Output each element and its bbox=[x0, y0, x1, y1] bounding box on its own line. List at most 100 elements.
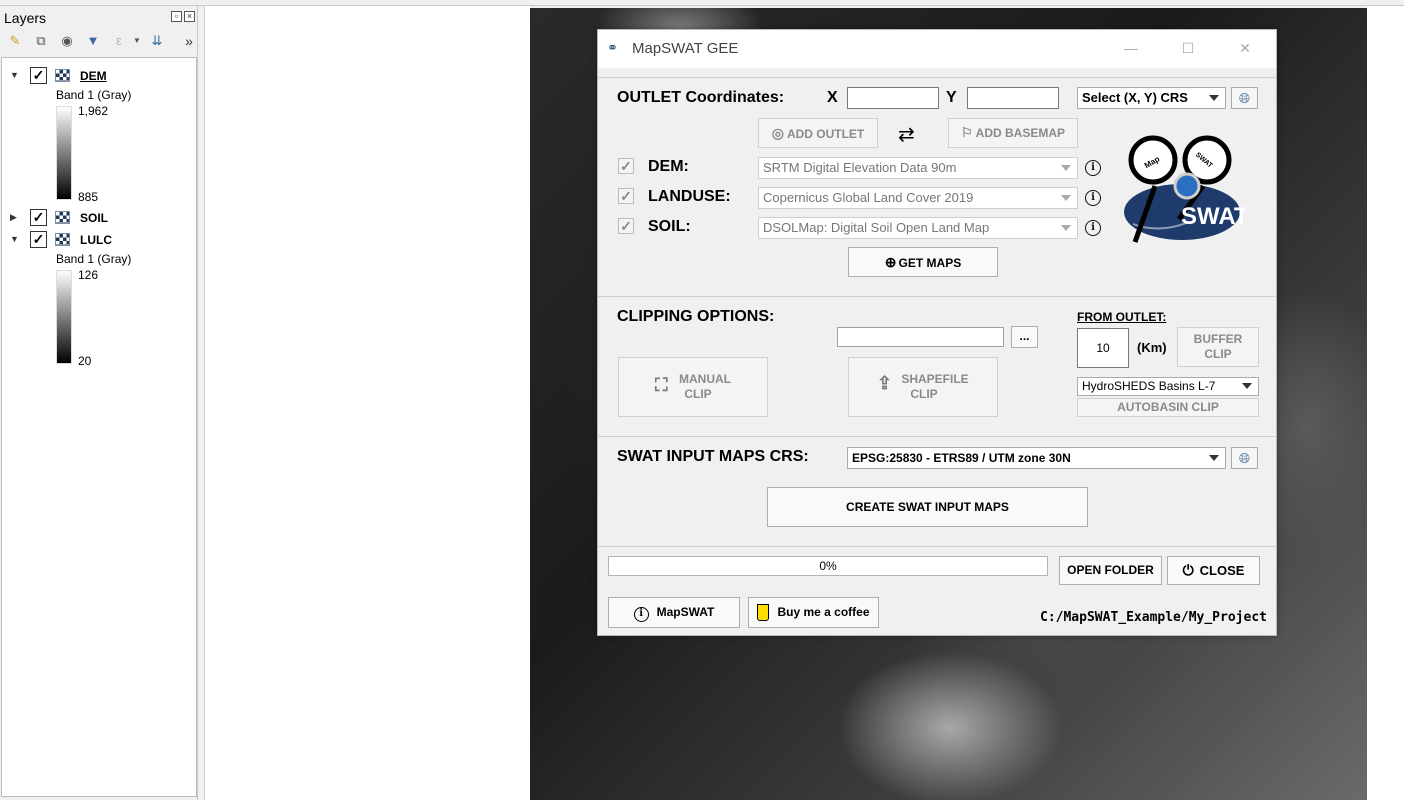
divider bbox=[598, 546, 1276, 547]
swap-arrows-icon: ⇄ bbox=[898, 124, 915, 146]
x-label: X bbox=[827, 89, 838, 106]
layer-visibility-checkbox[interactable]: ✓ bbox=[30, 231, 47, 248]
basin-level-select[interactable]: HydroSHEDS Basins L-7 bbox=[1077, 377, 1259, 396]
create-swat-input-maps-button[interactable]: CREATE SWAT INPUT MAPS bbox=[767, 487, 1088, 527]
layers-toolbar: ✎ ⧉ ◉ ▼ ε ▼ ⇊ » bbox=[6, 32, 196, 52]
close-panel-icon[interactable]: × bbox=[184, 11, 195, 22]
raster-layer-icon bbox=[55, 233, 70, 246]
close-window-icon[interactable]: ✕ bbox=[1235, 38, 1255, 58]
xy-crs-select-value: Select (X, Y) CRS bbox=[1082, 90, 1188, 105]
landuse-label: LANDUSE: bbox=[648, 188, 731, 205]
collapse-icon[interactable]: ⇊ bbox=[148, 32, 166, 50]
crs-selector-globe-icon[interactable]: 🌐︎ bbox=[1231, 87, 1258, 109]
divider bbox=[598, 296, 1276, 297]
info-circle-icon: i bbox=[633, 607, 649, 622]
style-icon[interactable]: ✎ bbox=[6, 32, 24, 50]
from-outlet-label: FROM OUTLET: bbox=[1077, 310, 1167, 324]
layer-name: SOIL bbox=[80, 211, 109, 225]
more-icon[interactable]: » bbox=[180, 32, 198, 50]
layer-row-dem[interactable]: ▼ ✓ DEM bbox=[2, 66, 196, 86]
landuse-info-icon[interactable]: i bbox=[1085, 190, 1101, 206]
eye-icon[interactable]: ◉ bbox=[58, 32, 76, 50]
ramp-min-label: 20 bbox=[78, 354, 92, 368]
add-group-icon[interactable]: ⧉ bbox=[32, 32, 50, 50]
square-select-icon: ⛶ bbox=[655, 375, 668, 395]
soil-info-icon[interactable]: i bbox=[1085, 220, 1101, 236]
progress-bar: 0% bbox=[608, 556, 1048, 576]
expand-arrow-icon[interactable]: ▼ bbox=[10, 233, 20, 245]
ramp-max-label: 1,962 bbox=[78, 104, 109, 118]
layer-visibility-checkbox[interactable]: ✓ bbox=[30, 209, 47, 226]
coffee-cup-icon bbox=[757, 604, 770, 622]
buy-me-a-coffee-button[interactable]: Buy me a coffee bbox=[748, 597, 879, 628]
expand-arrow-icon[interactable]: ▼ bbox=[10, 69, 20, 81]
autobasin-clip-button[interactable]: AUTOBASIN CLIP bbox=[1077, 398, 1259, 417]
power-icon: ⏻ bbox=[1182, 562, 1194, 578]
xy-crs-select[interactable]: Select (X, Y) CRS bbox=[1077, 87, 1226, 109]
about-mapswat-button[interactable]: i MapSWAT bbox=[608, 597, 740, 628]
mapswat-logo: Map SWAT SWAT bbox=[1124, 135, 1245, 243]
divider bbox=[598, 436, 1276, 437]
signpost-icon: ⚐ bbox=[961, 125, 973, 140]
raster-layer-icon bbox=[55, 69, 70, 82]
dem-info-icon[interactable]: i bbox=[1085, 160, 1101, 176]
ramp-max-label: 126 bbox=[78, 268, 99, 282]
chevron-down-icon bbox=[1061, 165, 1071, 171]
color-ramp bbox=[56, 106, 72, 200]
close-button[interactable]: ⏻ CLOSE bbox=[1167, 556, 1260, 585]
add-outlet-button[interactable]: ◎ ADD OUTLET bbox=[758, 118, 878, 148]
buffer-distance-input[interactable] bbox=[1077, 328, 1129, 368]
soil-checkbox[interactable]: ✓ bbox=[618, 218, 634, 234]
band-label: Band 1 (Gray) bbox=[56, 252, 132, 266]
dem-checkbox[interactable]: ✓ bbox=[618, 158, 634, 174]
expression-filter-icon[interactable]: ε bbox=[110, 32, 128, 50]
filter-icon[interactable]: ▼ bbox=[84, 32, 102, 50]
swat-crs-label: SWAT INPUT MAPS CRS: bbox=[617, 448, 809, 465]
map-canvas-blank[interactable] bbox=[204, 6, 530, 800]
dropdown-arrow-icon[interactable]: ▼ bbox=[128, 32, 146, 50]
divider bbox=[598, 77, 1276, 78]
soil-dataset-select[interactable]: DSOLMap: Digital Soil Open Land Map bbox=[758, 217, 1078, 239]
target-icon: ◎ bbox=[771, 125, 784, 141]
layer-name: LULC bbox=[80, 233, 112, 247]
mapswat-app-icon: ⚭ bbox=[607, 40, 618, 55]
swat-crs-select[interactable]: EPSG:25830 - ETRS89 / UTM zone 30N bbox=[847, 447, 1226, 469]
y-label: Y bbox=[946, 89, 957, 106]
map-canvas-blank-right[interactable] bbox=[1367, 6, 1404, 800]
buffer-clip-button[interactable]: BUFFER CLIP bbox=[1177, 327, 1259, 367]
shapefile-path-input[interactable] bbox=[837, 327, 1004, 347]
maximize-icon[interactable]: ☐ bbox=[1178, 38, 1198, 58]
color-ramp bbox=[56, 270, 72, 364]
progress-text: 0% bbox=[819, 559, 837, 573]
dialog-titlebar[interactable]: ⚭ MapSWAT GEE — ☐ ✕ bbox=[598, 30, 1276, 68]
shapefile-clip-button[interactable]: ⇪ SHAPEFILE CLIP bbox=[848, 357, 998, 417]
layer-row-lulc[interactable]: ▼ ✓ LULC bbox=[2, 230, 196, 250]
manual-clip-button[interactable]: ⛶ MANUAL CLIP bbox=[618, 357, 768, 417]
buffer-unit-label: (Km) bbox=[1137, 340, 1167, 355]
clipping-options-label: CLIPPING OPTIONS: bbox=[617, 308, 775, 325]
dialog-title: MapSWAT GEE bbox=[632, 40, 739, 57]
dem-dataset-select[interactable]: SRTM Digital Elevation Data 90m bbox=[758, 157, 1078, 179]
add-basemap-button[interactable]: ⚐ ADD BASEMAP bbox=[948, 118, 1078, 148]
layers-tree: ▼ ✓ DEM Band 1 (Gray) 1,962 885 ▶ ✓ SOIL… bbox=[1, 57, 197, 797]
browse-button[interactable]: ... bbox=[1011, 326, 1038, 348]
collapse-arrow-icon[interactable]: ▶ bbox=[10, 211, 20, 223]
band-label: Band 1 (Gray) bbox=[56, 88, 132, 102]
outlet-x-input[interactable] bbox=[847, 87, 939, 109]
layer-row-soil[interactable]: ▶ ✓ SOIL bbox=[2, 208, 196, 228]
outlet-y-input[interactable] bbox=[967, 87, 1059, 109]
float-panel-icon[interactable]: ▫ bbox=[171, 11, 182, 22]
layer-visibility-checkbox[interactable]: ✓ bbox=[30, 67, 47, 84]
open-folder-button[interactable]: OPEN FOLDER bbox=[1059, 556, 1162, 585]
chevron-down-icon bbox=[1061, 225, 1071, 231]
outlet-coordinates-label: OUTLET Coordinates: bbox=[617, 89, 785, 106]
landuse-dataset-select[interactable]: Copernicus Global Land Cover 2019 bbox=[758, 187, 1078, 209]
chevron-down-icon bbox=[1209, 95, 1219, 101]
swat-crs-globe-icon[interactable]: 🌐︎ bbox=[1231, 447, 1258, 469]
landuse-checkbox[interactable]: ✓ bbox=[618, 188, 634, 204]
chevron-down-icon bbox=[1061, 195, 1071, 201]
minimize-icon[interactable]: — bbox=[1121, 38, 1141, 58]
project-path-label: C:/MapSWAT_Example/My_Project bbox=[1040, 610, 1267, 625]
soil-label: SOIL: bbox=[648, 218, 691, 235]
get-maps-button[interactable]: ⊕ GET MAPS bbox=[848, 247, 998, 277]
